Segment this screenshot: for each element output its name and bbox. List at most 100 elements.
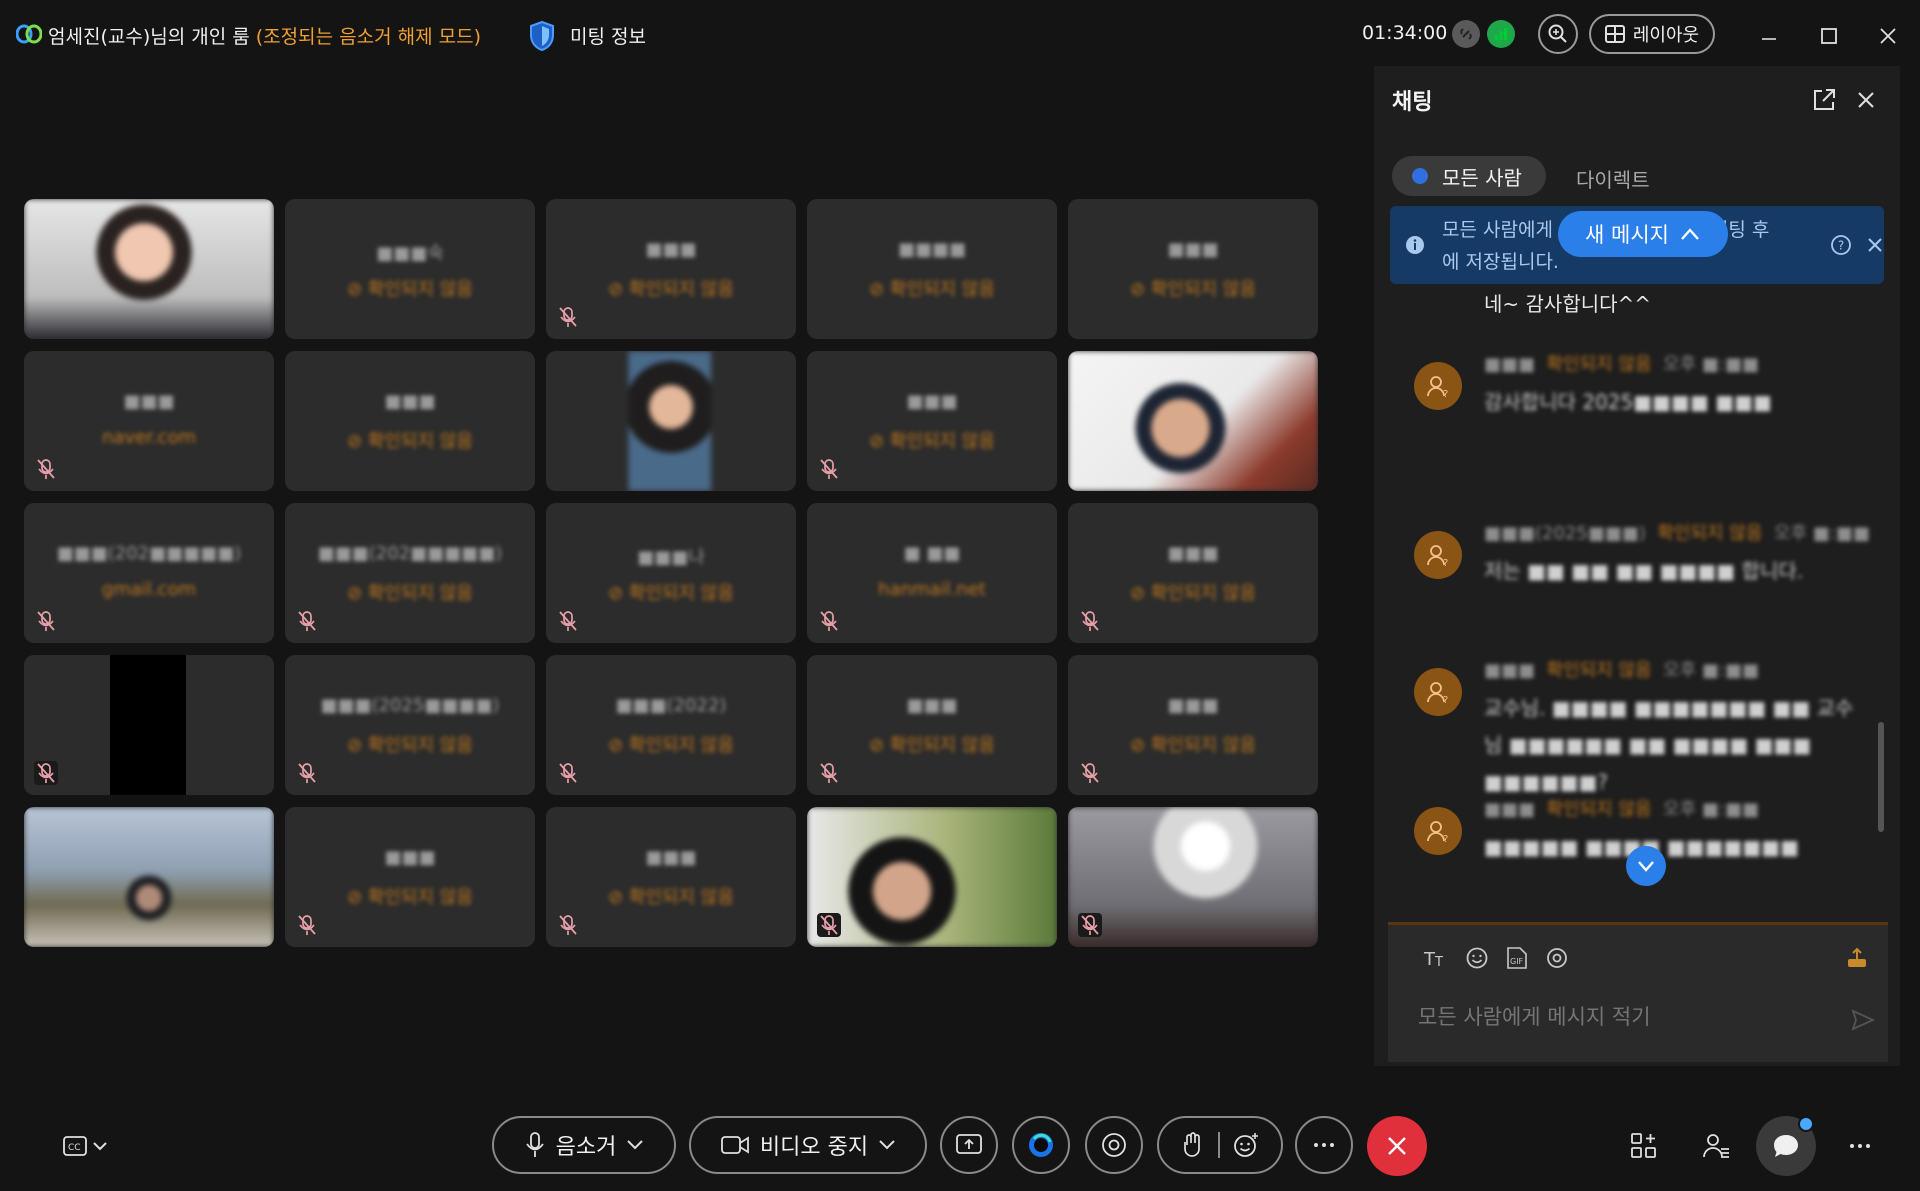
chevron-down-icon [627,1140,644,1150]
tab-direct[interactable]: 다이렉트 [1576,164,1650,193]
muted-microphone-icon [1078,761,1102,785]
participant-tile[interactable] [24,199,274,339]
more-panels-button[interactable] [1840,1126,1880,1166]
signal-icon[interactable] [1487,20,1515,48]
raise-hand-icon[interactable] [1180,1131,1206,1159]
chat-toggle-button[interactable] [1756,1116,1816,1176]
captions-button[interactable]: CC [50,1126,120,1166]
participant-tile[interactable]: ■■■(202■■■■■) gmail.com [24,503,274,643]
chat-message-input[interactable] [1418,1005,1818,1029]
muted-microphone-icon [817,609,841,633]
share-screen-button[interactable] [940,1116,998,1174]
reaction-emoji-icon[interactable] [1232,1131,1260,1159]
close-chat-icon[interactable] [1852,86,1880,114]
avatar[interactable]: ? [1414,531,1462,579]
participant-tile[interactable]: ■■■(202■■■■■) ⊘ 확인되지 않음 [285,503,535,643]
close-window-button[interactable] [1872,20,1904,52]
ai-assistant-icon [1029,1133,1053,1157]
participant-tile[interactable] [24,807,274,947]
network-icon[interactable] [1452,20,1480,48]
chat-message-text: 네~ 감사합니다^^ [1484,292,1652,316]
participant-tile[interactable] [807,807,1057,947]
stop-video-label: 비디오 중지 [759,1135,869,1160]
participant-tile[interactable] [1068,807,1318,947]
tab-everyone-label: 모든 사람 [1442,165,1522,190]
text-format-button[interactable]: TT [1422,945,1448,971]
participant-name: ■■■ [384,847,436,868]
layout-button[interactable]: 레이아웃 [1589,14,1715,54]
participant-tile[interactable] [546,351,796,491]
participant-tile[interactable]: ■ ■■ hanmail.net [807,503,1057,643]
participant-tile[interactable]: ■■■ ⊘ 확인되지 않음 [1068,199,1318,339]
participant-video-off [110,655,186,795]
meeting-timer: 01:34:00 [1362,22,1448,44]
new-message-button[interactable]: 새 메시지 [1558,211,1728,257]
participant-tile[interactable]: ■■■ ⊘ 확인되지 않음 [285,351,535,491]
info-icon [1406,236,1424,254]
everyone-dot-icon [1412,168,1428,184]
ai-assistant-button[interactable] [1012,1116,1070,1174]
participant-tile[interactable] [1068,351,1318,491]
emoji-button[interactable] [1464,945,1490,971]
participant-status: gmail.com [101,579,197,600]
participant-tile[interactable]: ■■■ naver.com [24,351,274,491]
participant-video [546,351,796,491]
scroll-to-bottom-button[interactable] [1626,846,1666,886]
message-time: 오후 ■:■■ [1663,354,1759,375]
muted-microphone-icon [295,913,319,937]
participant-name: ■■■ [1167,543,1219,564]
chat-bubble-icon [1774,1135,1798,1157]
participant-tile[interactable]: ■■■(2022) ⊘ 확인되지 않음 [546,655,796,795]
participant-status: ⊘ 확인되지 않음 [347,735,473,756]
mention-button[interactable] [1544,945,1570,971]
shield-icon[interactable] [528,20,556,52]
apps-button[interactable] [1624,1126,1664,1166]
participant-status: hanmail.net [878,579,986,600]
participant-tile[interactable]: ■■■(2025■■■■) ⊘ 확인되지 않음 [285,655,535,795]
tab-everyone[interactable]: 모든 사람 [1392,156,1546,196]
webex-logo-icon [16,24,42,44]
gif-icon: GIF [1507,947,1527,969]
participant-tile[interactable]: ■■■ ⊘ 확인되지 않음 [1068,655,1318,795]
chat-scrollbar[interactable] [1878,722,1884,832]
participant-tile[interactable]: ■■■숙 ⊘ 확인되지 않음 [285,199,535,339]
participant-tile[interactable] [24,655,274,795]
stop-video-button[interactable]: 비디오 중지 [689,1116,927,1174]
more-options-button[interactable] [1295,1116,1353,1174]
participant-status: ⊘ 확인되지 않음 [608,887,734,908]
participant-tile[interactable]: ■■■ ⊘ 확인되지 않음 [807,655,1057,795]
leave-meeting-button[interactable] [1367,1116,1427,1176]
participant-tile[interactable]: ■■■ ⊘ 확인되지 않음 [285,807,535,947]
avatar[interactable]: ? [1414,362,1462,410]
participant-tile[interactable]: ■■■ ⊘ 확인되지 않음 [807,351,1057,491]
mute-button[interactable]: 음소거 [492,1116,676,1174]
muted-microphone-icon [1078,913,1102,937]
participants-button[interactable] [1696,1126,1736,1166]
send-icon[interactable] [1850,1007,1876,1033]
message-sender-status: 확인되지 않음 [1657,523,1763,544]
message-time: 오후 ■:■■ [1773,523,1870,544]
gif-button[interactable]: GIF [1504,945,1530,971]
attach-button[interactable] [1844,945,1870,971]
close-notice-icon[interactable] [1864,234,1886,256]
participant-tile[interactable]: ■■■ ⊘ 확인되지 않음 [1068,503,1318,643]
text-format-icon: TT [1423,949,1443,969]
record-button[interactable] [1085,1116,1143,1174]
participant-tile[interactable]: ■■■ ⊘ 확인되지 않음 [546,199,796,339]
zoom-button[interactable] [1538,14,1578,54]
participant-tile[interactable]: ■■■ ⊘ 확인되지 않음 [546,807,796,947]
avatar[interactable]: ? [1414,668,1462,716]
help-icon[interactable]: ? [1830,234,1852,256]
avatar[interactable]: ? [1414,807,1462,855]
svg-text:?: ? [1838,239,1844,253]
participant-video [1068,807,1318,947]
emoji-icon [1466,947,1488,969]
participant-tile[interactable]: ■■■나 ⊘ 확인되지 않음 [546,503,796,643]
maximize-button[interactable] [1813,20,1845,52]
popout-icon[interactable] [1810,86,1838,114]
participant-tile[interactable]: ■■■■ ⊘ 확인되지 않음 [807,199,1057,339]
minimize-button[interactable] [1753,20,1785,52]
participant-name: ■■■ [645,847,697,868]
meeting-info-link[interactable]: 미팅 정보 [570,22,646,49]
participant-name: ■■■ [906,695,958,716]
